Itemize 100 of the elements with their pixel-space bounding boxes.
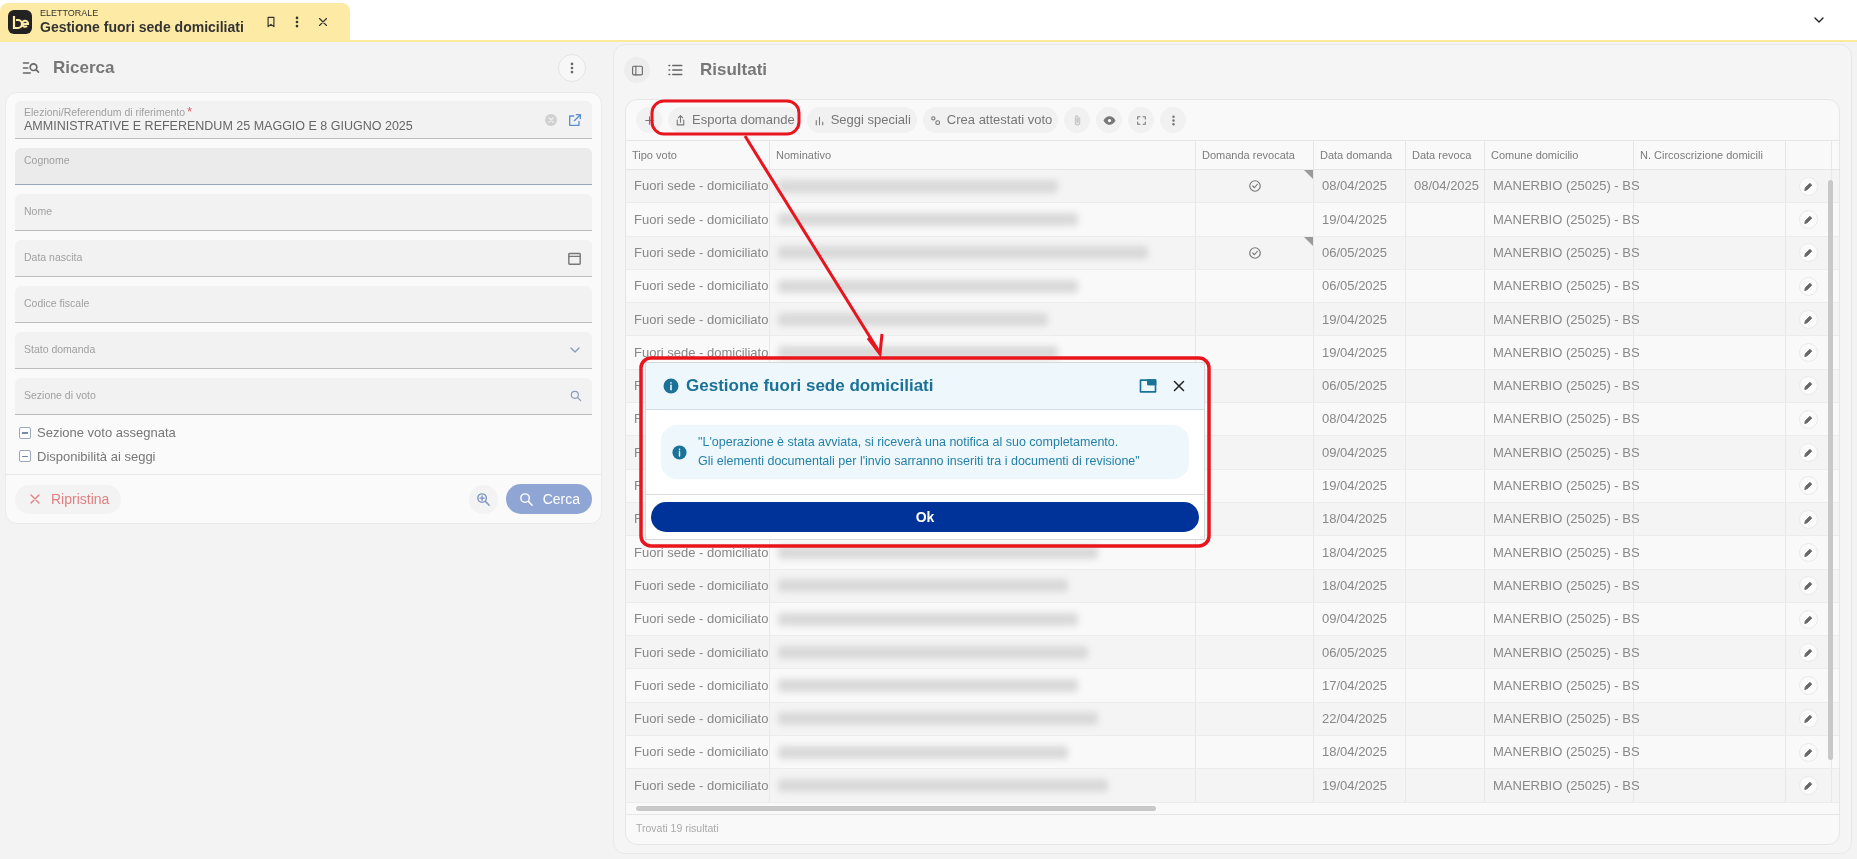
table-cell-text: MANERBIO (25025) - BS (1493, 277, 1640, 296)
edit-button[interactable] (1799, 609, 1818, 629)
pencil-icon (1803, 247, 1814, 259)
edit-button[interactable] (1799, 276, 1818, 296)
dialog-title: Gestione fuori sede domiciliati (686, 375, 935, 398)
edit-button[interactable] (1799, 709, 1818, 729)
reset-button[interactable]: Ripristina (15, 484, 122, 514)
table-cell-text: 19/04/2025 (1322, 310, 1388, 329)
table-cell-text: MANERBIO (25025) - BS (1493, 676, 1640, 695)
open-external-icon (567, 111, 583, 128)
text-field[interactable]: Cognome (15, 148, 592, 185)
edit-button[interactable] (1799, 309, 1818, 329)
table-cell-text: MANERBIO (25025) - BS (1493, 410, 1640, 429)
checkbox-label: Disponibilità ai seggi (37, 447, 156, 466)
pencil-icon (1803, 413, 1814, 425)
edit-button[interactable] (1799, 476, 1818, 496)
table-cell-text: Fuori sede - domiciliato (634, 610, 769, 629)
pencil-icon (1803, 447, 1814, 458)
search-button[interactable]: Cerca (505, 484, 592, 514)
dialog-message: "L'operazione è stata avviata, si riceverà una notifica al suo completamento. Gli elementi documentali per l'invio sarranno inseriti tra i documenti di revisione" (698, 434, 1140, 470)
check-circle-icon (1247, 245, 1262, 260)
toolbar-button[interactable]: Esporta domande (668, 107, 801, 133)
table-cell-text: 09/04/2025 (1322, 610, 1388, 629)
table-cell-text: Fuori sede - domiciliato (634, 277, 769, 296)
edit-button[interactable] (1799, 642, 1818, 662)
table-cell-text: 09/04/2025 (1322, 443, 1388, 462)
info-icon (671, 443, 688, 461)
checkbox[interactable] (19, 450, 31, 463)
edit-button[interactable] (1799, 443, 1818, 462)
gears-icon (928, 113, 942, 127)
text-field[interactable]: Data nascita (15, 240, 592, 277)
pencil-icon (1803, 746, 1814, 758)
table-cell-text: MANERBIO (25025) - BS (1493, 443, 1640, 462)
toolbar-button[interactable]: Crea attestati voto (922, 107, 1059, 133)
table-cell-text: Fuori sede - domiciliato (634, 543, 769, 562)
pencil-icon (1803, 480, 1814, 492)
column-header: Data domanda (1314, 141, 1406, 169)
edit-button[interactable] (1799, 509, 1818, 529)
ok-button[interactable]: Ok (651, 502, 1199, 532)
toolbar-button[interactable]: Seggi speciali (806, 107, 917, 133)
table-cell-text: Fuori sede - domiciliato (634, 776, 769, 795)
table-cell-text: 06/05/2025 (1322, 643, 1388, 662)
sidebar-toggle-button[interactable] (624, 57, 650, 83)
table-cell-text: Fuori sede - domiciliato (634, 743, 769, 762)
edit-button[interactable] (1799, 376, 1818, 396)
table-cell-text: MANERBIO (25025) - BS (1493, 643, 1640, 662)
table-cell-text: 18/04/2025 (1322, 510, 1388, 529)
table-cell-text: Fuori sede - domiciliato (634, 643, 769, 662)
pencil-icon (1803, 213, 1814, 225)
panel-title: Ricerca (53, 57, 116, 80)
maximize-button[interactable] (1138, 376, 1158, 396)
table-cell-text: MANERBIO (25025) - BS (1493, 743, 1640, 762)
table-cell-text: 19/04/2025 (1322, 477, 1388, 496)
text-field[interactable]: Stato domanda (15, 332, 592, 369)
column-header: N. Circoscrizione domicili (1634, 141, 1786, 169)
edit-button[interactable] (1799, 676, 1818, 696)
edit-button[interactable] (1799, 776, 1818, 795)
table-cell-text: Fuori sede - domiciliato (634, 343, 769, 362)
info-icon (662, 377, 680, 395)
edit-button[interactable] (1799, 243, 1818, 263)
table-cell-text: MANERBIO (25025) - BS (1493, 510, 1640, 529)
table-cell-text: 06/05/2025 (1322, 244, 1388, 262)
toolbar-icon-button[interactable] (1128, 107, 1155, 133)
table-cell-text: MANERBIO (25025) - BS (1493, 776, 1640, 795)
eye-icon (1102, 113, 1116, 127)
pencil-icon (1803, 546, 1814, 558)
corner-marker-icon (1304, 170, 1313, 179)
table-cell-text: 06/05/2025 (1322, 377, 1388, 396)
edit-button[interactable] (1799, 576, 1818, 596)
table-cell-text: 17/04/2025 (1322, 676, 1388, 695)
toolbar-icon-button[interactable] (1096, 107, 1123, 133)
edit-button[interactable] (1799, 409, 1818, 429)
table-cell-text: 22/04/2025 (1322, 710, 1388, 729)
table-cell-text: 08/04/2025 (1414, 177, 1480, 196)
pencil-icon (1803, 680, 1814, 692)
checkbox-label: Sezione voto assegnata (37, 424, 176, 442)
text-field[interactable]: Elezioni/Referendum di riferimento* AMMINISTRATIVE E REFERENDUM 25 MAGGIO E 8 GIUGNO 2025 (15, 101, 592, 139)
table-cell-text: MANERBIO (25025) - BS (1493, 377, 1640, 396)
app-logo-icon (8, 9, 32, 34)
table-cell-text: Fuori sede - domiciliato (634, 676, 769, 695)
table-cell-text: MANERBIO (25025) - BS (1493, 310, 1640, 329)
column-header: Nominativo (770, 141, 1196, 169)
text-field[interactable]: Sezione di voto (15, 378, 592, 415)
text-field[interactable]: Codice fiscale (15, 286, 592, 323)
zoom-in-icon (474, 490, 492, 508)
scrollbar[interactable] (636, 805, 1156, 811)
active-tab[interactable]: ELETTORALE Gestione fuori sede domiciliati (0, 3, 350, 40)
fullscreen-icon (1134, 113, 1148, 127)
required-mark: * (187, 103, 193, 119)
edit-button[interactable] (1799, 343, 1818, 363)
pencil-icon (1803, 180, 1814, 192)
edit-button[interactable] (1799, 209, 1818, 229)
edit-button[interactable] (1799, 542, 1818, 562)
checkbox[interactable] (19, 426, 31, 439)
pencil-icon (1803, 613, 1814, 625)
edit-button[interactable] (1799, 742, 1818, 762)
pencil-icon (1803, 580, 1814, 592)
text-field[interactable]: Nome (15, 194, 592, 231)
scrollbar[interactable] (1828, 180, 1833, 760)
edit-button[interactable] (1799, 176, 1818, 196)
